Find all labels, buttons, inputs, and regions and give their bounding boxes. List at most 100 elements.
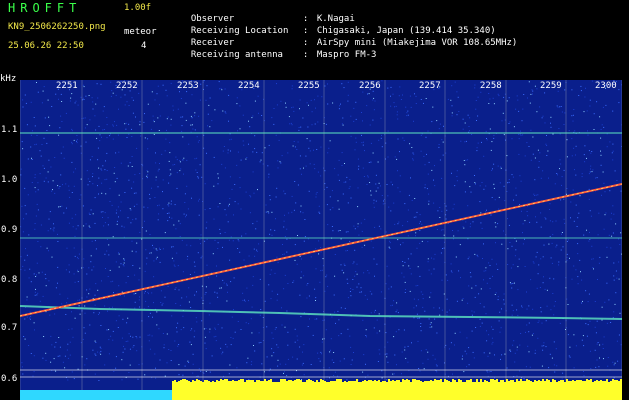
noise-pixel [315, 300, 316, 301]
signal-level-spike [452, 379, 454, 383]
signal-level-spike [486, 381, 488, 383]
noise-pixel [301, 258, 302, 260]
noise-pixel [450, 263, 452, 265]
noise-pixel [436, 229, 438, 230]
noise-pixel [526, 142, 528, 144]
noise-pixel [90, 261, 92, 263]
noise-pixel [481, 141, 482, 143]
noise-pixel [121, 337, 123, 339]
noise-pixel [376, 332, 378, 334]
noise-pixel [28, 345, 30, 346]
noise-pixel [583, 154, 585, 156]
signal-level-spike [396, 380, 398, 383]
noise-pixel [160, 302, 162, 303]
noise-pixel [419, 317, 421, 319]
noise-pixel [219, 88, 220, 90]
noise-pixel [269, 195, 271, 196]
noise-pixel [176, 159, 178, 161]
signal-level-spike [376, 381, 378, 383]
noise-pixel [49, 314, 51, 316]
noise-pixel [610, 218, 612, 220]
meteor-label: meteor [124, 27, 157, 37]
noise-pixel [159, 247, 160, 249]
noise-pixel [338, 159, 340, 161]
noise-pixel [51, 190, 53, 192]
noise-pixel [326, 274, 328, 276]
noise-pixel [190, 329, 192, 331]
noise-pixel [268, 144, 270, 146]
noise-pixel [74, 317, 76, 319]
noise-pixel [105, 268, 106, 269]
noise-pixel [511, 245, 513, 247]
noise-pixel [228, 373, 230, 375]
noise-pixel [346, 278, 348, 280]
noise-pixel [415, 103, 417, 104]
noise-pixel [462, 128, 464, 130]
noise-pixel [428, 318, 430, 320]
noise-pixel [297, 184, 299, 186]
signal-level-spike [352, 381, 354, 383]
noise-pixel [47, 181, 49, 183]
noise-pixel [613, 279, 615, 281]
noise-pixel [550, 116, 552, 118]
signal-level-spike [328, 382, 330, 383]
noise-pixel [292, 145, 294, 147]
noise-pixel [200, 370, 202, 372]
noise-pixel [182, 315, 184, 317]
signal-level-spike [436, 380, 438, 383]
noise-pixel [93, 266, 95, 268]
noise-pixel [195, 169, 197, 171]
noise-pixel [111, 204, 113, 206]
noise-pixel [442, 154, 444, 156]
noise-pixel [291, 107, 293, 109]
noise-pixel [598, 262, 600, 264]
noise-pixel [567, 304, 569, 305]
noise-pixel [122, 318, 124, 320]
noise-pixel [334, 168, 336, 170]
noise-pixel [481, 227, 483, 229]
noise-pixel [71, 311, 72, 313]
noise-pixel [190, 124, 192, 126]
noise-pixel [518, 153, 520, 155]
noise-pixel [34, 329, 35, 331]
signal-level-spike [558, 381, 560, 383]
noise-pixel [170, 203, 172, 205]
noise-pixel [611, 212, 612, 214]
noise-pixel [155, 248, 157, 250]
noise-pixel [581, 279, 583, 281]
noise-pixel [268, 370, 270, 372]
noise-pixel [354, 149, 356, 151]
signal-level-spike [476, 379, 478, 383]
noise-pixel [512, 344, 514, 346]
signal-level-spike [310, 380, 312, 383]
noise-pixel [179, 91, 180, 93]
noise-pixel [503, 96, 505, 98]
noise-pixel [310, 364, 312, 365]
noise-pixel [574, 169, 575, 171]
noise-pixel [550, 309, 552, 311]
noise-pixel [409, 268, 411, 269]
noise-pixel [287, 331, 289, 333]
noise-pixel [206, 221, 208, 223]
noise-pixel [83, 327, 85, 329]
noise-pixel [571, 278, 573, 280]
noise-pixel [515, 249, 517, 251]
signal-level-spike [284, 379, 286, 383]
noise-pixel [53, 358, 55, 360]
noise-pixel [53, 230, 55, 232]
noise-pixel [251, 117, 253, 119]
signal-level-spike [508, 381, 510, 383]
noise-pixel [524, 379, 526, 381]
noise-pixel [236, 367, 238, 369]
noise-pixel [194, 158, 196, 160]
noise-pixel [534, 85, 536, 87]
noise-pixel [156, 249, 158, 251]
noise-pixel [531, 89, 533, 91]
noise-pixel [181, 130, 183, 132]
noise-pixel [118, 151, 120, 153]
noise-pixel [347, 328, 349, 330]
noise-pixel [280, 100, 282, 102]
noise-pixel [54, 346, 56, 348]
noise-pixel [123, 262, 125, 264]
noise-pixel [79, 199, 81, 200]
